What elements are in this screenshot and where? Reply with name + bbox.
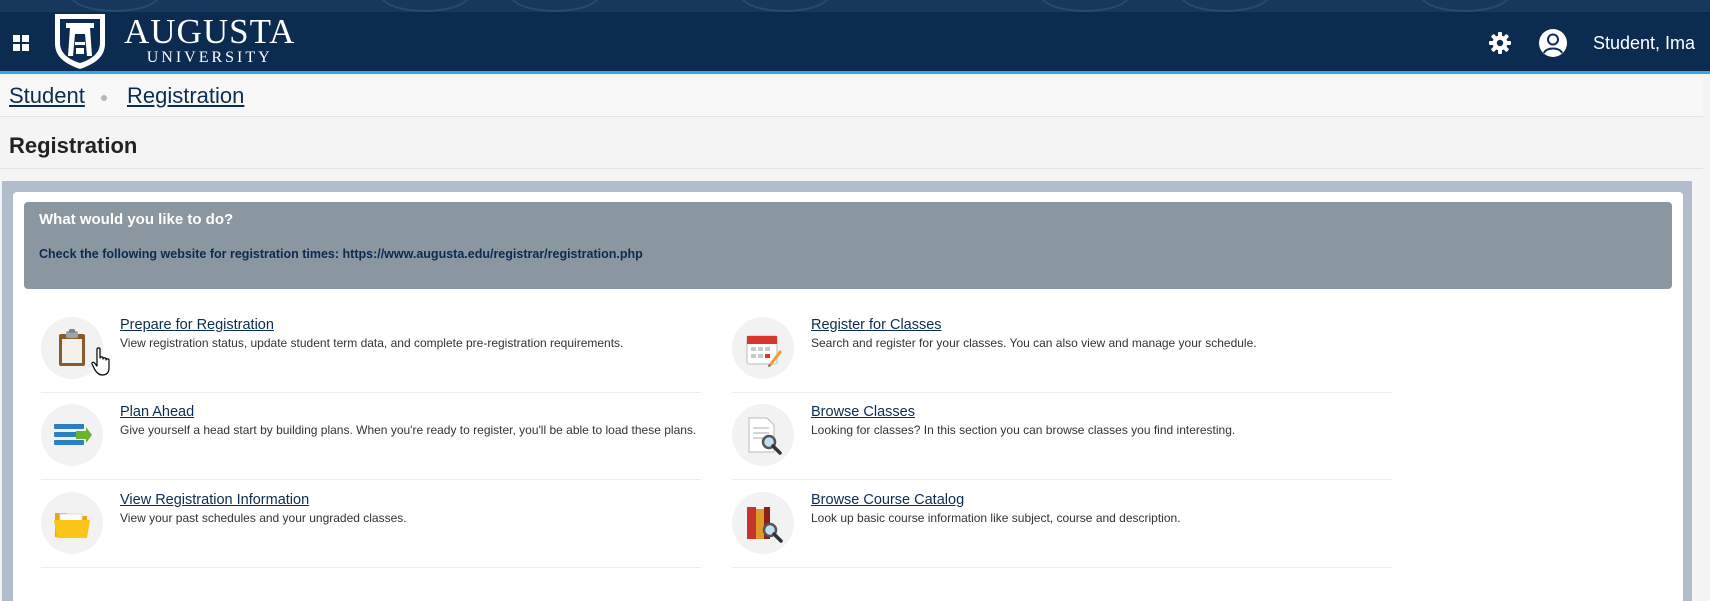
- apps-grid-icon[interactable]: [13, 35, 29, 51]
- calendar-icon[interactable]: [732, 317, 794, 379]
- user-avatar-icon[interactable]: [1538, 28, 1568, 58]
- registration-page: AUGUSTA UNIVERSITY Student, Ima Student …: [0, 0, 1710, 601]
- task-plan-ahead: Plan Ahead Give yourself a head start by…: [41, 400, 701, 480]
- plan-ahead-link[interactable]: Plan Ahead: [120, 404, 194, 420]
- task-description: Looking for classes? In this section you…: [811, 423, 1236, 437]
- page-title: Registration: [9, 133, 138, 158]
- breadcrumb: Student Registration: [0, 77, 1703, 117]
- header-pattern: [0, 0, 1710, 12]
- register-for-classes-link[interactable]: Register for Classes: [811, 317, 942, 333]
- document-search-icon[interactable]: [732, 404, 794, 466]
- task-description: Give yourself a head start by building p…: [120, 423, 697, 437]
- task-description: View your past schedules and your ungrad…: [120, 511, 407, 525]
- task-register-for-classes: Register for Classes Search and register…: [732, 313, 1392, 393]
- breadcrumb-registration[interactable]: Registration: [127, 83, 244, 109]
- task-description: Look up basic course information like su…: [811, 511, 1181, 525]
- logo-subtitle: UNIVERSITY: [146, 49, 273, 66]
- task-prepare-for-registration: Prepare for Registration View registrati…: [41, 313, 701, 393]
- hand-pointer-cursor-icon: [91, 347, 110, 376]
- notice-text: Check the following website for registra…: [39, 247, 643, 261]
- logo-name: AUGUSTA: [124, 12, 296, 51]
- notice-title: What would you like to do?: [39, 211, 234, 228]
- task-view-registration-information: View Registration Information View your …: [41, 488, 701, 568]
- user-name[interactable]: Student, Ima: [1593, 33, 1695, 54]
- title-divider: [0, 168, 1703, 169]
- top-navigation-bar: AUGUSTA UNIVERSITY Student, Ima: [0, 0, 1710, 74]
- view-registration-information-link[interactable]: View Registration Information: [120, 492, 309, 508]
- breadcrumb-separator: [101, 95, 107, 101]
- shield-icon: [55, 14, 105, 69]
- task-description: Search and register for your classes. Yo…: [811, 336, 1257, 350]
- browse-course-catalog-link[interactable]: Browse Course Catalog: [811, 492, 964, 508]
- folder-icon[interactable]: [41, 492, 103, 554]
- prepare-for-registration-link[interactable]: Prepare for Registration: [120, 317, 274, 333]
- plan-list-icon[interactable]: [41, 404, 103, 466]
- gear-icon[interactable]: [1488, 31, 1512, 55]
- logo-text: AUGUSTA UNIVERSITY: [124, 12, 296, 67]
- breadcrumb-student[interactable]: Student: [9, 83, 85, 109]
- notice-banner: What would you like to do? Check the fol…: [24, 202, 1672, 289]
- task-browse-course-catalog: Browse Course Catalog Look up basic cour…: [732, 488, 1392, 568]
- browse-classes-link[interactable]: Browse Classes: [811, 404, 915, 420]
- book-search-icon[interactable]: [732, 492, 794, 554]
- task-description: View registration status, update student…: [120, 336, 624, 350]
- task-browse-classes: Browse Classes Looking for classes? In t…: [732, 400, 1392, 480]
- augusta-university-logo[interactable]: AUGUSTA UNIVERSITY: [52, 12, 295, 70]
